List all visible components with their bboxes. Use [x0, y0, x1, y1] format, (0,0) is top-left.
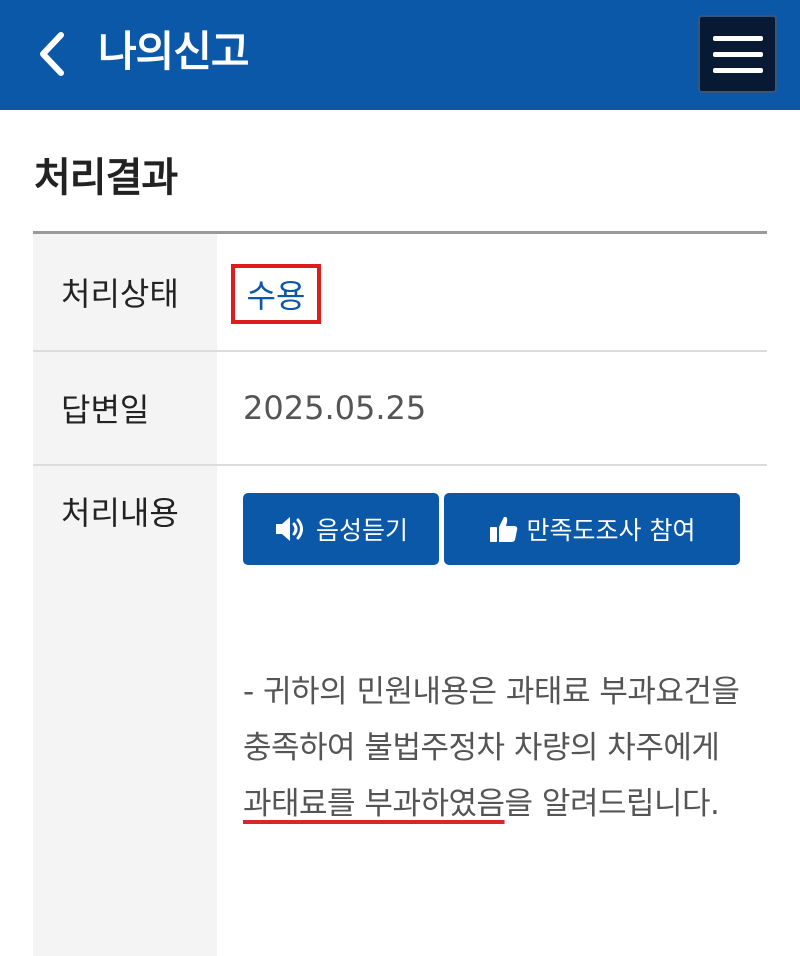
hamburger-menu-icon	[712, 35, 763, 41]
status-cell: 수용	[217, 234, 767, 350]
content-text-underlined: 과태료를 부과하였음	[243, 786, 505, 822]
survey-button-label: 만족도조사 참여	[526, 516, 696, 545]
content-text-before: - 귀하의 민원내용은 과태료 부과요건을 충족하여 불법주정차 차량의 차주에…	[243, 674, 740, 766]
answer-date-value: 2025.05.25	[243, 389, 427, 427]
table-row-status: 처리상태 수용	[33, 234, 767, 352]
result-content-text: - 귀하의 민원내용은 과태료 부과요건을 충족하여 불법주정차 차량의 차주에…	[243, 664, 743, 832]
thumbs-up-icon	[489, 516, 517, 542]
voice-button-label: 음성듣기	[315, 516, 408, 545]
voice-listen-button[interactable]: 음성듣기	[243, 493, 439, 565]
answer-date-label: 답변일	[33, 352, 217, 464]
chevron-left-icon	[40, 32, 64, 76]
table-row-answer-date: 답변일 2025.05.25	[33, 352, 767, 466]
content-text-after: 을 알려드립니다.	[504, 786, 720, 822]
content-cell: 음성듣기 만족도조사 참여 - 귀하의 민원내용은 과태료 부과요건을 충족하여…	[217, 466, 767, 956]
menu-button[interactable]	[698, 15, 777, 93]
hamburger-menu-icon	[712, 67, 763, 73]
speaker-icon	[275, 517, 303, 541]
status-highlight-box: 수용	[231, 264, 321, 324]
app-header: 나의신고	[0, 0, 800, 110]
satisfaction-survey-button[interactable]: 만족도조사 참여	[444, 493, 740, 565]
hamburger-menu-icon	[712, 51, 763, 57]
section-title: 처리결과	[34, 155, 178, 201]
status-value: 수용	[246, 277, 306, 315]
page-title: 나의신고	[98, 27, 250, 76]
status-label: 처리상태	[33, 234, 217, 350]
table-row-content: 처리내용 음성듣기 만족도조사 참여 - 귀하의 민원내용은 과태료 부과요건을…	[33, 466, 767, 956]
back-button[interactable]	[30, 28, 74, 80]
result-table: 처리상태 수용 답변일 2025.05.25 처리내용 음성듣기 만족도조사 참…	[33, 231, 767, 956]
content-label: 처리내용	[33, 466, 217, 956]
answer-date-cell: 2025.05.25	[217, 352, 767, 464]
